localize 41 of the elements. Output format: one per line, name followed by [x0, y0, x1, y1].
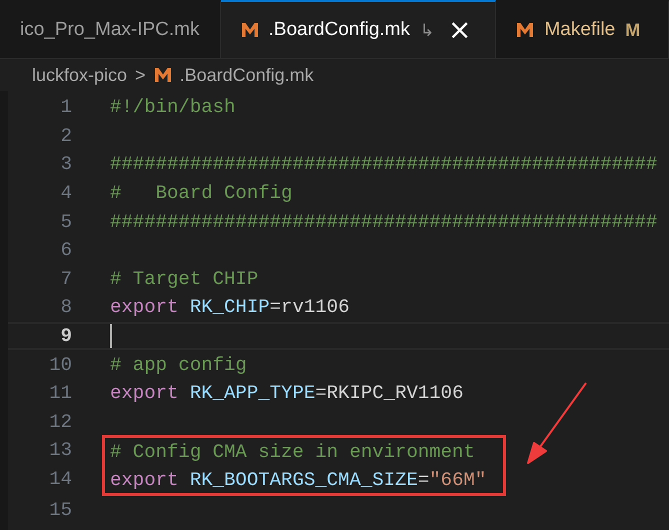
code-variable: RK_CHIP [190, 296, 270, 318]
line-number: 13 [48, 439, 72, 462]
line-number: 4 [60, 182, 72, 204]
code-keyword: export [110, 296, 178, 318]
line-number: 14 [48, 468, 72, 490]
code-comment: # Target CHIP [110, 268, 258, 290]
line-number: 1 [60, 96, 72, 118]
line-number: 2 [60, 124, 72, 147]
line-number: 5 [60, 210, 72, 233]
line-number: 15 [48, 498, 72, 521]
code-comment: # Config CMA size in environment [110, 440, 475, 463]
code-string: "66M" [429, 468, 486, 491]
code-variable: RK_APP_TYPE [190, 382, 316, 404]
line-number: 6 [60, 239, 72, 262]
breadcrumb-separator: > [135, 64, 146, 86]
breadcrumb-folder[interactable]: luckfox-pico [32, 64, 128, 86]
code-comment: ################################################ [110, 210, 658, 233]
line-number: 10 [48, 354, 72, 376]
code-comment: # Board Config [110, 182, 292, 204]
line-number: 8 [60, 296, 72, 318]
line-number: 9 [60, 325, 72, 348]
code-keyword: export [110, 468, 178, 491]
code-keyword: export [110, 382, 178, 404]
code-comment: #!/bin/bash [110, 96, 236, 118]
line-number: 12 [48, 410, 72, 433]
text-cursor [110, 324, 112, 348]
code-comment: ################################################ [110, 153, 658, 176]
code-text: =RKIPC_RV1106 [315, 382, 464, 404]
breadcrumb-file[interactable]: .BoardConfig.mk [180, 64, 314, 86]
code-text: =rv1106 [270, 296, 350, 318]
line-number: 3 [60, 153, 72, 176]
m-file-icon [154, 67, 172, 83]
symlink-icon: ↳ [420, 20, 434, 40]
git-status-letter: M [625, 20, 640, 40]
line-number: 7 [60, 268, 72, 290]
code-comment: # app config [110, 354, 247, 376]
close-button[interactable]: × [444, 16, 476, 44]
editor-tab[interactable]: .BoardConfig.mk ↳ × [220, 0, 496, 58]
code-variable: RK_BOOTARGS_CMA_SIZE [190, 468, 418, 491]
code-text: = [418, 468, 430, 491]
line-number: 11 [48, 382, 72, 404]
